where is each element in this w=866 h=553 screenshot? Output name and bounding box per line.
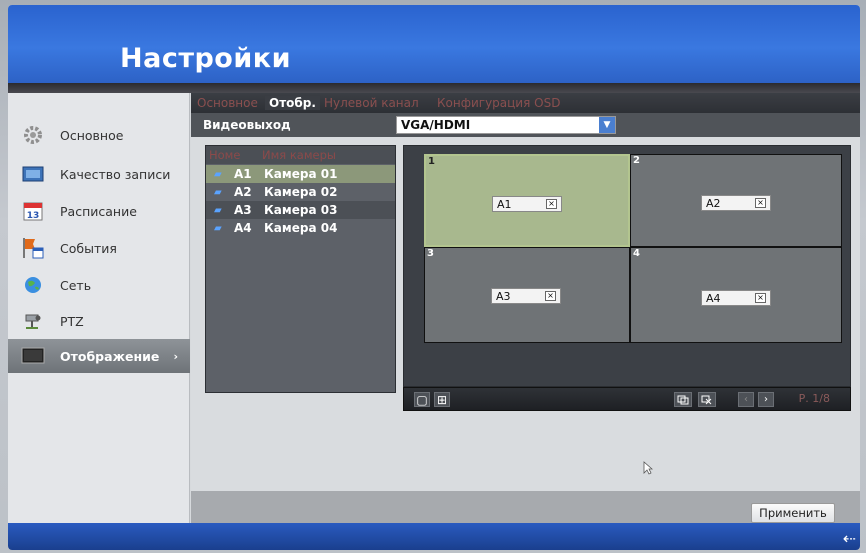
cell-number: 3 [427,248,434,259]
sidebar-item-label: События [60,240,117,256]
sidebar: Основное Качество записи 13 Расписание С… [8,93,190,523]
camera-id: A3 [234,203,252,217]
camera-list-header: Номе Имя камеры [206,146,395,164]
camera-list-item[interactable]: ▰ A4 Камера 04 [206,219,395,237]
camera-id: A1 [234,167,252,181]
photo-background: Настройки Основное Качество записи 13 Ра… [0,0,866,553]
cell-camera-tag: A4 × [701,290,771,306]
camera-icon: ▰ [214,186,222,198]
layout-preview: 1 A1 × 2 A2 × 3 A3 × 4 A4 × [403,145,851,387]
tab-zero-channel[interactable]: Нулевой канал [324,96,419,110]
copy-icon [677,395,689,404]
sidebar-item-label: Сеть [60,277,92,293]
cell-camera-label: A1 [497,198,512,211]
sidebar-item-label: PTZ [60,313,84,329]
video-output-row: Видеовыход VGA/HDMI ▼ [191,113,860,137]
page-title: Настройки [120,43,292,74]
column-header-camera-name[interactable]: Имя камеры [262,148,336,162]
apply-button[interactable]: Применить [751,503,835,523]
camera-id: A2 [234,185,252,199]
camera-icon: ▰ [214,204,222,216]
clear-icon [701,395,712,404]
camera-list-item[interactable]: ▰ A1 Камера 01 [206,165,395,183]
cell-camera-tag: A1 × [492,196,562,212]
cell-camera-tag: A2 × [701,195,771,211]
gear-icon [20,124,46,146]
flag-calendar-icon [20,237,46,259]
cell-number: 1 [428,156,435,167]
sidebar-item-basic[interactable]: Основное [8,118,190,152]
sidebar-item-label: Качество записи [60,166,171,182]
prev-page-button[interactable]: ‹ [738,392,754,407]
sidebar-item-events[interactable]: События [8,231,190,265]
sidebar-item-schedule[interactable]: 13 Расписание [8,194,190,228]
mouse-cursor-icon [643,461,653,475]
camera-id: A4 [234,221,252,235]
cell-number: 2 [633,155,640,166]
camera-icon: ▰ [214,168,222,180]
calendar-icon: 13 [20,200,46,222]
quad-layout-button[interactable]: ⊞ [434,392,450,407]
camera-list-item[interactable]: ▰ A2 Камера 02 [206,183,395,201]
preview-cell-3[interactable]: 3 A3 × [424,247,630,343]
ptz-camera-icon [20,310,46,332]
sidebar-item-label: Основное [60,127,124,143]
preview-cell-4[interactable]: 4 A4 × [630,247,842,343]
video-output-label: Видеовыход [203,118,291,132]
dvr-screen: Настройки Основное Качество записи 13 Ра… [8,5,860,550]
cell-camera-tag: A3 × [491,288,561,304]
globe-icon [20,274,46,296]
tab-display[interactable]: Отобр. [265,96,320,110]
cell-camera-label: A3 [496,290,511,303]
camera-name: Камера 03 [264,203,338,217]
sidebar-item-display[interactable]: Отображение › [8,339,190,373]
preview-cell-1[interactable]: 1 A1 × [424,154,630,247]
tab-bar: Основное Отобр. Нулевой канал Конфигурац… [191,93,860,113]
header-divider [8,83,860,93]
camera-name: Камера 01 [264,167,338,181]
sidebar-item-label: Расписание [60,203,137,219]
video-output-value: VGA/HDMI [401,118,471,132]
cell-number: 4 [633,248,640,259]
camera-list: Номе Имя камеры ▰ A1 Камера 01 ▰ A2 Каме… [205,145,396,393]
camera-name: Камера 04 [264,221,338,235]
video-output-select[interactable]: VGA/HDMI ▼ [396,116,616,134]
cell-camera-label: A4 [706,292,721,305]
close-icon[interactable]: × [546,199,557,209]
chevron-right-icon: › [173,349,178,363]
camera-name: Камера 02 [264,185,338,199]
next-page-button[interactable]: › [758,392,774,407]
preview-control-bar: ▢ ⊞ ‹ › Р. 1/8 [403,387,851,411]
copy-layout-button[interactable] [674,392,692,407]
header: Настройки [8,5,860,83]
chevron-down-icon[interactable]: ▼ [599,117,615,133]
single-layout-button[interactable]: ▢ [414,392,430,407]
close-icon[interactable]: × [755,293,766,303]
monitor-icon [20,345,46,367]
sidebar-item-record-quality[interactable]: Качество записи [8,157,190,191]
close-icon[interactable]: × [545,291,556,301]
preview-cell-2[interactable]: 2 A2 × [630,154,842,247]
camera-icon: ▰ [214,222,222,234]
tab-basic[interactable]: Основное [197,96,258,110]
cell-camera-label: A2 [706,197,721,210]
column-header-number[interactable]: Номе [209,148,240,162]
display-settings-panel: Основное Отобр. Нулевой канал Конфигурац… [191,93,860,523]
clear-layout-button[interactable] [698,392,716,407]
svg-text:13: 13 [27,211,40,221]
sidebar-item-ptz[interactable]: PTZ [8,304,190,338]
footer-bar: ⇠ [8,523,860,550]
close-icon[interactable]: × [755,198,766,208]
back-arrow-icon[interactable]: ⇠ [843,529,856,548]
tab-osd-config[interactable]: Конфигурация OSD [437,96,560,110]
page-indicator: Р. 1/8 [798,392,830,405]
camera-list-item[interactable]: ▰ A3 Камера 03 [206,201,395,219]
film-icon [20,163,46,185]
sidebar-item-network[interactable]: Сеть [8,268,190,302]
sidebar-item-label: Отображение [60,348,160,364]
